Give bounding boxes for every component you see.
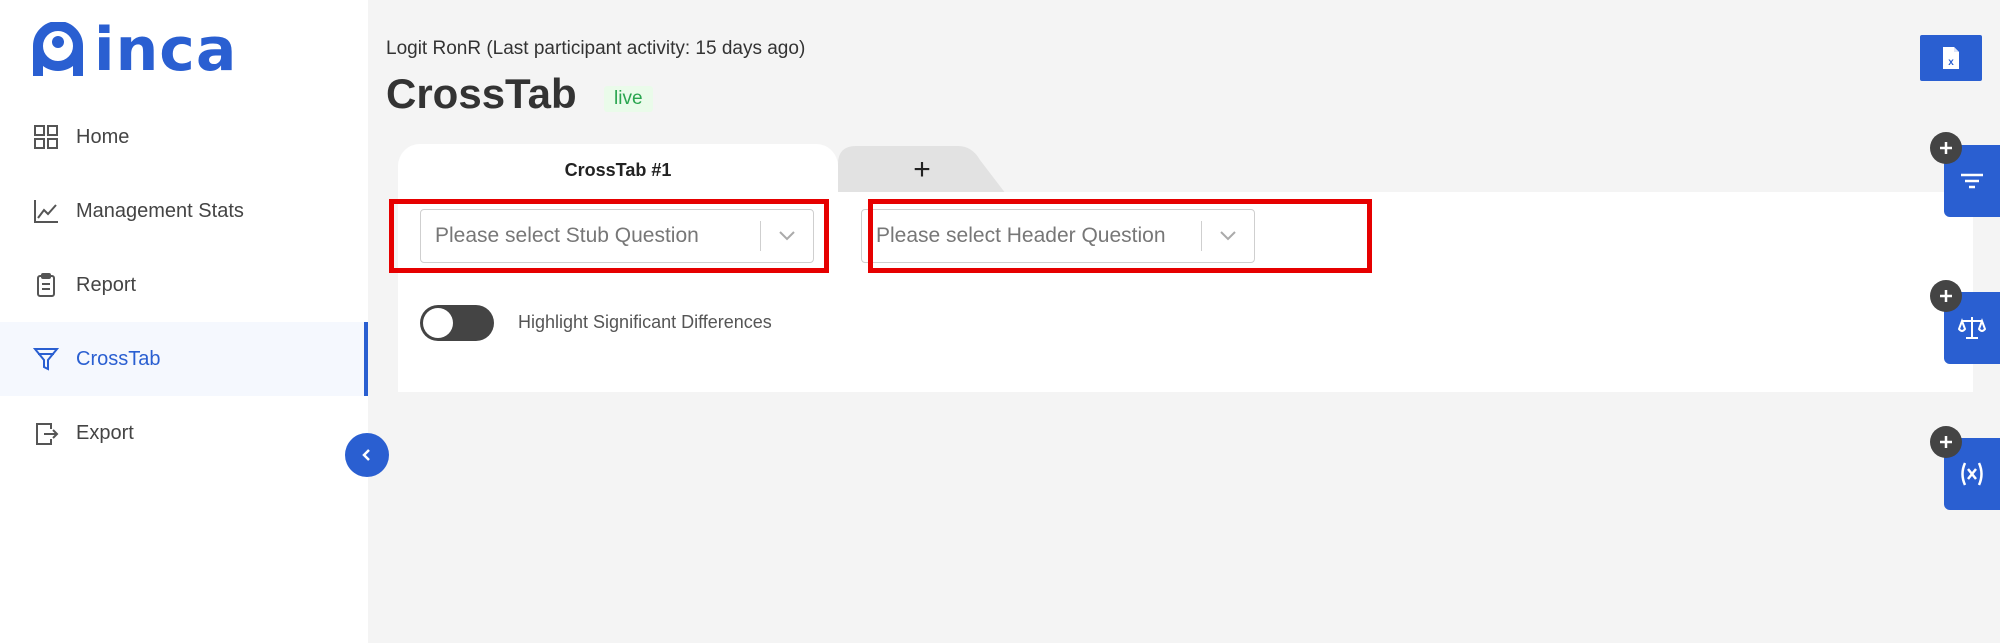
highlight-differences-toggle[interactable]: [420, 305, 494, 341]
sidebar-item-label: Management Stats: [76, 199, 244, 222]
sidebar-nav: Home Management Stats Report CrossTab Ex…: [0, 100, 368, 470]
add-filter-button[interactable]: [1930, 132, 1962, 164]
sidebar-item-label: Home: [76, 125, 130, 148]
status-badge: live: [604, 86, 653, 112]
inca-logo[interactable]: inca: [32, 20, 237, 80]
add-variable-button[interactable]: [1930, 426, 1962, 458]
sidebar-item-home[interactable]: Home: [0, 100, 368, 174]
clipboard-icon: [32, 271, 60, 299]
sidebar-item-management-stats[interactable]: Management Stats: [0, 174, 368, 248]
inca-logo-icon: [33, 22, 83, 76]
svg-text:x: x: [1948, 57, 1954, 68]
sidebar-item-label: Export: [76, 421, 134, 444]
plus-icon: [1940, 142, 1952, 154]
excel-file-icon: x: [1943, 47, 1959, 69]
plus-icon: +: [913, 153, 931, 186]
file-export-icon: [32, 419, 60, 447]
page-title: CrossTab: [386, 70, 577, 117]
tab-crosstab-1[interactable]: CrossTab #1: [398, 144, 838, 196]
filter-icon: [32, 345, 60, 373]
sidebar-item-label: Report: [76, 273, 137, 296]
sidebar-item-crosstab[interactable]: CrossTab: [0, 322, 368, 396]
sidebar-item-report[interactable]: Report: [0, 248, 368, 322]
plus-icon: [1940, 290, 1952, 302]
export-excel-button[interactable]: x: [1920, 35, 1982, 81]
brand-name: inca: [94, 15, 238, 85]
toggle-knob: [423, 308, 453, 338]
line-chart-icon: [32, 197, 60, 225]
grid-icon: [32, 123, 60, 151]
plus-icon: [1940, 436, 1952, 448]
stub-highlight-box: [389, 199, 829, 273]
variable-x-icon: [1961, 462, 1983, 486]
sidebar: inca Home Management Stats Report CrossT…: [0, 0, 368, 643]
tab-label: CrossTab #1: [564, 159, 672, 180]
chevron-left-icon: [362, 449, 370, 461]
header-highlight-box: [868, 199, 1372, 273]
breadcrumb: Logit RonR (Last participant activity: 1…: [386, 38, 806, 59]
sidebar-item-label: CrossTab: [76, 347, 161, 370]
scale-balance-icon: [1958, 317, 1986, 339]
filter-lines-icon: [1961, 173, 1983, 189]
add-weighting-button[interactable]: [1930, 280, 1962, 312]
sidebar-item-export[interactable]: Export: [0, 396, 368, 470]
add-tab-button[interactable]: +: [838, 146, 1006, 194]
sidebar-collapse-button[interactable]: [345, 433, 389, 477]
highlight-differences-label: Highlight Significant Differences: [518, 312, 772, 332]
